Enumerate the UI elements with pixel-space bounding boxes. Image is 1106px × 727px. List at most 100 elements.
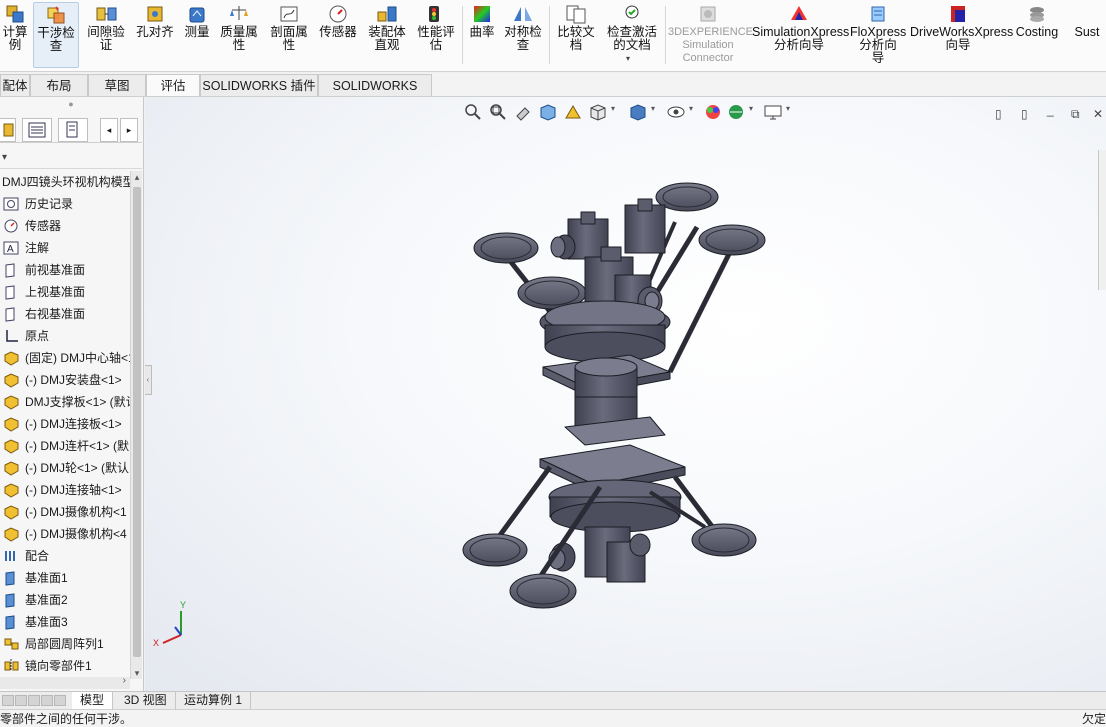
ribbon-label: 剖面属 性 bbox=[270, 25, 308, 52]
tree-vertical-scrollbar[interactable]: ▴ ▾ bbox=[130, 171, 142, 679]
graphics-area[interactable]: ‹ ▾ ▾ ▾ ▾ ▾ ▯ ▯ _ ⧉ ✕ Y X bbox=[145, 97, 1106, 691]
measure-button[interactable]: 测量 bbox=[181, 2, 213, 68]
3dexperience-connector-button[interactable]: 3DEXPERIENCE Simulation Connector bbox=[668, 2, 753, 68]
tab-solidworks-mbd[interactable]: SOLIDWORKS MBD bbox=[318, 74, 432, 115]
tree-item-right-plane[interactable]: 右视基准面 bbox=[0, 303, 130, 325]
simulationxpress-button[interactable]: SimulationXpress 分析向导 bbox=[752, 2, 849, 68]
assembly-visualization-button[interactable]: 装配体 直观 bbox=[364, 2, 410, 68]
tree-horizontal-scrollbar[interactable]: › bbox=[0, 675, 130, 689]
compare-documents-button[interactable]: 比较文 档 bbox=[553, 2, 599, 68]
tree-item-annotations[interactable]: A 注解 bbox=[0, 237, 130, 259]
part-icon bbox=[3, 482, 20, 498]
tree-filter[interactable]: ▾ bbox=[0, 147, 142, 169]
tree-item-component[interactable]: DMJ支撑板<1> (默认 bbox=[0, 391, 130, 413]
assembly-model[interactable]: Y X bbox=[145, 97, 1106, 691]
tab-3d-views[interactable]: 3D 视图 bbox=[116, 692, 176, 710]
floxpress-button[interactable]: FloXpress 分析向 导 bbox=[850, 2, 906, 68]
ribbon-calc-button[interactable]: 计算 例 bbox=[0, 2, 30, 68]
tree-item-component[interactable]: (-) DMJ连接板<1> bbox=[0, 413, 130, 435]
tree-item-component[interactable]: (固定) DMJ中心轴<1> bbox=[0, 347, 130, 369]
tree-item-label: 注解 bbox=[25, 241, 50, 255]
tab-evaluate[interactable]: 评估 bbox=[146, 74, 200, 96]
tree-item-component[interactable]: (-) DMJ轮<1> (默认 bbox=[0, 457, 130, 479]
check-active-document-button[interactable]: 检查激活 的文档 bbox=[603, 2, 661, 68]
floxpress-icon bbox=[867, 4, 889, 24]
interference-check-button[interactable]: 干涉检 查 bbox=[33, 2, 79, 68]
tab-navigation[interactable] bbox=[2, 695, 70, 707]
mass-properties-button[interactable]: 质量属 性 bbox=[216, 2, 262, 68]
3dexperience-icon bbox=[697, 4, 719, 24]
part-icon bbox=[3, 526, 20, 542]
ribbon-label: 测量 bbox=[184, 25, 210, 39]
command-manager-ribbon: 计算 例 干涉检 查 间隙验 证 孔对齐 测量 质量属 性 剖面属 性 传感器 … bbox=[0, 0, 1106, 72]
panel-grip[interactable]: ● bbox=[0, 99, 142, 111]
propertymanager-tab[interactable] bbox=[22, 118, 52, 142]
tree-item-front-plane[interactable]: 前视基准面 bbox=[0, 259, 130, 281]
tree-item-component[interactable]: (-) DMJ安装盘<1> bbox=[0, 369, 130, 391]
tree-item-label: 前视基准面 bbox=[25, 263, 86, 277]
tab-solidworks-addins[interactable]: SOLIDWORKS 插件 bbox=[200, 74, 318, 96]
tree-item-sensors[interactable]: 传感器 bbox=[0, 215, 130, 237]
tree-item-origin[interactable]: 原点 bbox=[0, 325, 130, 347]
command-tabs: 配体 布局 草图 评估 SOLIDWORKS 插件 SOLIDWORKS MBD bbox=[0, 73, 1106, 115]
tree-item-plane1[interactable]: 基准面1 bbox=[0, 567, 130, 589]
panel-tabs: ◂ ▸ bbox=[0, 115, 142, 143]
tree-item-history[interactable]: 历史记录 bbox=[0, 193, 130, 215]
configurationmanager-tab[interactable] bbox=[58, 118, 88, 142]
tree-item-circular-pattern[interactable]: 局部圆周阵列1 bbox=[0, 633, 130, 655]
coordinate-triad: Y X bbox=[153, 600, 186, 648]
ribbon-label: 质量属 性 bbox=[220, 25, 258, 52]
tree-root[interactable]: DMJ四镜头环视机构模型 bbox=[0, 171, 130, 193]
featuremanager-tab[interactable] bbox=[0, 118, 16, 142]
tab-motion-study[interactable]: 运动算例 1 bbox=[176, 692, 252, 710]
performance-icon bbox=[425, 4, 447, 24]
costing-button[interactable]: Costing bbox=[1010, 2, 1064, 68]
ribbon-label: 传感器 bbox=[319, 25, 357, 39]
scroll-left-icon[interactable]: ◂ bbox=[100, 118, 118, 142]
scroll-right-icon[interactable]: › bbox=[123, 675, 126, 686]
scroll-right-icon[interactable]: ▸ bbox=[120, 118, 138, 142]
hole-alignment-button[interactable]: 孔对齐 bbox=[133, 2, 177, 68]
sensor-icon bbox=[327, 4, 349, 24]
tab-assembly[interactable]: 配体 bbox=[0, 74, 30, 96]
history-icon bbox=[3, 196, 20, 212]
property-list-icon bbox=[28, 122, 46, 138]
curvature-button[interactable]: 曲率 bbox=[466, 2, 498, 68]
tree-item-component[interactable]: (-) DMJ摄像机构<1 bbox=[0, 501, 130, 523]
scroll-thumb[interactable] bbox=[133, 187, 141, 657]
tab-layout[interactable]: 布局 bbox=[30, 74, 88, 96]
compare-docs-icon bbox=[565, 4, 587, 24]
measure-icon bbox=[186, 4, 208, 24]
scroll-down-icon[interactable]: ▾ bbox=[132, 667, 142, 679]
driveworksxpress-button[interactable]: DriveWorksXpress 向导 bbox=[910, 2, 1013, 68]
sustainability-button[interactable]: Sust bbox=[1068, 2, 1106, 68]
tree-item-top-plane[interactable]: 上视基准面 bbox=[0, 281, 130, 303]
tree-item-label: 基准面3 bbox=[25, 615, 68, 629]
tab-model[interactable]: 模型 bbox=[72, 692, 114, 710]
tree-item-component[interactable]: (-) DMJ摄像机构<4 bbox=[0, 523, 130, 545]
tree-item-label: (-) DMJ连接板<1> bbox=[25, 417, 122, 431]
tree-item-mates[interactable]: 配合 bbox=[0, 545, 130, 567]
ribbon-label: 曲率 bbox=[469, 25, 495, 39]
symmetry-check-button[interactable]: 对称检 查 bbox=[501, 2, 545, 68]
plane-icon bbox=[3, 284, 20, 300]
dropdown-arrow-icon[interactable]: ▾ bbox=[626, 54, 630, 63]
tree-item-label: 局部圆周阵列1 bbox=[25, 637, 104, 651]
sensor-icon bbox=[3, 218, 20, 234]
tree-item-plane3[interactable]: 基准面3 bbox=[0, 611, 130, 633]
tree-item-mirror-component[interactable]: 镜向零部件1 bbox=[0, 655, 130, 671]
ribbon-label: 计算 例 bbox=[2, 25, 28, 52]
part-icon bbox=[3, 372, 20, 388]
tab-sketch[interactable]: 草图 bbox=[88, 74, 146, 96]
clearance-verify-button[interactable]: 间隙验 证 bbox=[82, 2, 130, 68]
tree-item-component[interactable]: (-) DMJ连接轴<1> bbox=[0, 479, 130, 501]
status-message: 零部件之间的任何干涉。 bbox=[0, 712, 133, 726]
tree-item-component[interactable]: (-) DMJ连杆<1> (默 bbox=[0, 435, 130, 457]
plane-icon bbox=[3, 570, 20, 586]
performance-evaluation-button[interactable]: 性能评 估 bbox=[414, 2, 458, 68]
ribbon-label: 对称检 查 bbox=[504, 25, 542, 52]
section-properties-button[interactable]: 剖面属 性 bbox=[266, 2, 312, 68]
tree-item-plane2[interactable]: 基准面2 bbox=[0, 589, 130, 611]
scroll-up-icon[interactable]: ▴ bbox=[132, 171, 142, 183]
sensor-button[interactable]: 传感器 bbox=[316, 2, 360, 68]
